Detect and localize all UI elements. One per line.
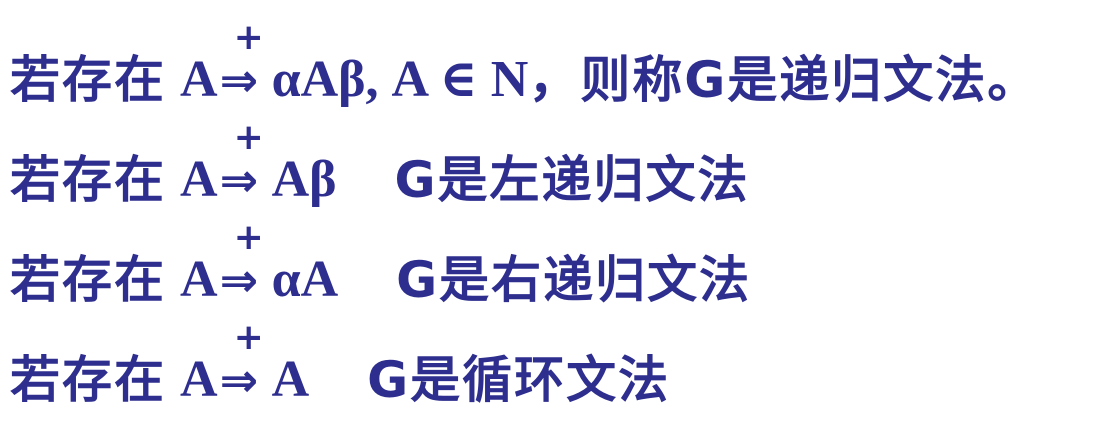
derives-arrow-icon: ⇒	[219, 253, 259, 307]
derives-arrow-icon: ⇒	[219, 353, 259, 407]
condition-prefix: 若存在	[10, 251, 166, 309]
derivation-rhs: Aβ	[271, 151, 337, 208]
plus-derivation-arrow: + ⇒	[219, 320, 270, 410]
plus-derivation-arrow: + ⇒	[219, 220, 270, 310]
condition-prefix: 若存在	[10, 51, 166, 109]
condition-prefix: 若存在	[10, 151, 166, 209]
derivation-rhs: A	[271, 351, 310, 408]
right-recursive-definition: 若存在 A + ⇒ αA G是右递归文法	[10, 220, 752, 310]
derives-arrow-icon: ⇒	[219, 53, 259, 107]
plus-derivation-arrow: + ⇒	[219, 20, 270, 110]
slide: 若存在 A + ⇒ αAβ, A ∈ N， 则称G是递归文法。 若存在 A + …	[0, 0, 1104, 446]
lhs-nonterminal: A	[180, 251, 218, 308]
definition-text: G是左递归文法	[394, 151, 750, 209]
condition-prefix: 若存在	[10, 351, 166, 409]
cyclic-grammar-definition: 若存在 A + ⇒ A G是循环文法	[10, 320, 671, 410]
derivation-rhs: αAβ, A ∈ N，	[271, 51, 581, 108]
recursive-grammar-definition: 若存在 A + ⇒ αAβ, A ∈ N， 则称G是递归文法。	[10, 20, 1040, 110]
definition-text: G是右递归文法	[396, 251, 752, 309]
left-recursive-definition: 若存在 A + ⇒ Aβ G是左递归文法	[10, 120, 750, 210]
definition-text: G是循环文法	[367, 351, 671, 409]
lhs-nonterminal: A	[180, 51, 218, 108]
derives-arrow-icon: ⇒	[219, 153, 259, 207]
definition-text: 则称G是递归文法。	[580, 51, 1040, 109]
plus-derivation-arrow: + ⇒	[219, 120, 270, 210]
lhs-nonterminal: A	[180, 151, 218, 208]
derivation-rhs: αA	[271, 251, 339, 308]
lhs-nonterminal: A	[180, 351, 218, 408]
